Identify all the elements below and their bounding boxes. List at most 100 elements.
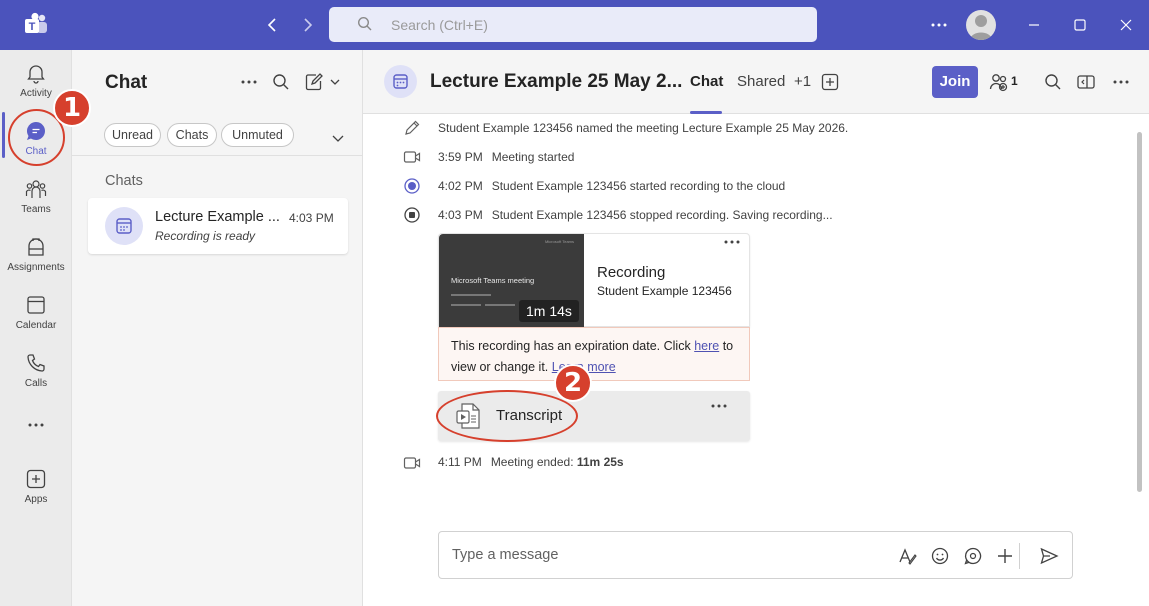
event-time: 4:11 PM <box>438 455 482 469</box>
thumbnail-brand: Microsoft Teams <box>544 239 574 244</box>
teams-logo-icon: T <box>22 11 50 39</box>
teams-icon <box>25 178 47 200</box>
chat-list-pane: Chat Unread Chats Unmuted Chats Lecture … <box>72 50 363 606</box>
annotation-ring-transcript <box>436 390 578 442</box>
section-heading-chats: Chats <box>105 173 143 189</box>
notice-here-link[interactable]: here <box>694 339 719 353</box>
thumbnail-line <box>451 304 481 306</box>
event-text: Student Example 123456 started recording… <box>491 179 786 193</box>
send-icon[interactable] <box>1039 546 1059 566</box>
recording-more-icon[interactable] <box>724 240 740 244</box>
more-options-icon[interactable] <box>927 13 951 37</box>
forward-arrow-icon[interactable] <box>296 14 318 36</box>
rail-item-teams[interactable]: Teams <box>0 172 72 226</box>
video-icon <box>403 454 421 472</box>
conversation-title: Lecture Example 25 May 2... <box>430 71 683 92</box>
thumbnail-line <box>485 304 515 306</box>
conversation-header: Lecture Example 25 May 2... Chat Shared … <box>363 50 1149 114</box>
event-time: 3:59 PM <box>438 150 483 164</box>
search-box[interactable] <box>329 7 817 42</box>
rail-label: Apps <box>24 494 48 505</box>
recording-thumbnail[interactable]: Microsoft Teams Microsoft Teams meeting … <box>439 234 584 327</box>
search-icon[interactable] <box>271 72 291 92</box>
add-tab-icon[interactable] <box>820 72 840 92</box>
format-icon[interactable] <box>897 546 917 566</box>
more-options-icon[interactable] <box>239 72 259 92</box>
search-icon <box>357 16 373 32</box>
emoji-icon[interactable] <box>930 546 950 566</box>
rail-label: Assignments <box>7 262 65 273</box>
svg-text:T: T <box>29 21 36 33</box>
tab-chat[interactable]: Chat <box>690 73 723 90</box>
notice-text: This recording has an expiration date. C… <box>451 339 695 353</box>
close-icon[interactable] <box>1114 13 1138 37</box>
divider <box>72 155 362 156</box>
event-time: 4:02 PM <box>438 179 483 193</box>
filter-unmuted[interactable]: Unmuted <box>221 123 294 147</box>
back-arrow-icon[interactable] <box>262 14 284 36</box>
plus-icon <box>25 468 47 490</box>
maximize-icon[interactable] <box>1068 13 1092 37</box>
transcript-more-icon[interactable] <box>711 404 727 408</box>
rail-item-calls[interactable]: Calls <box>0 346 72 400</box>
message-composer <box>438 531 1073 579</box>
plus-icon[interactable] <box>995 546 1015 566</box>
event-message: Student Example 123456 named the meeting… <box>438 121 849 135</box>
bell-icon <box>25 62 47 84</box>
rail-item-apps[interactable]: Apps <box>0 462 72 516</box>
minimize-icon[interactable] <box>1022 13 1046 37</box>
popout-icon[interactable] <box>1076 72 1096 92</box>
rail-label: Teams <box>21 204 51 215</box>
recording-title: Recording <box>597 264 666 281</box>
new-chat-button[interactable] <box>304 72 344 92</box>
event-message: 4:03 PM Student Example 123456 stopped re… <box>438 208 833 222</box>
meeting-avatar <box>384 65 417 98</box>
phone-icon <box>25 352 47 374</box>
filter-unread[interactable]: Unread <box>104 123 161 147</box>
thumbnail-line <box>451 294 491 296</box>
chat-list-item[interactable]: Lecture Example ... 4:03 PM Recording is… <box>88 198 348 254</box>
calendar-icon <box>25 294 47 316</box>
participant-count: 1 <box>1011 74 1018 88</box>
event-text: Student Example 123456 stopped recording… <box>491 208 833 222</box>
loop-icon[interactable] <box>963 546 983 566</box>
active-tab-indicator <box>690 111 722 114</box>
search-input[interactable] <box>391 14 791 36</box>
join-button[interactable]: Join <box>932 66 978 98</box>
event-message: 4:02 PM Student Example 123456 started re… <box>438 179 785 193</box>
filter-chats[interactable]: Chats <box>167 123 217 147</box>
more-apps-icon <box>25 422 47 444</box>
expiration-notice: This recording has an expiration date. C… <box>438 327 750 381</box>
composer-divider <box>1019 543 1020 569</box>
chat-preview: Recording is ready <box>155 229 256 243</box>
rail-item-calendar[interactable]: Calendar <box>0 288 72 342</box>
chat-time: 4:03 PM <box>289 211 334 225</box>
chevron-down-icon[interactable] <box>328 128 348 148</box>
rail-label: Calendar <box>15 320 57 331</box>
tab-shared[interactable]: Shared <box>737 73 785 90</box>
rail-more-button[interactable] <box>0 414 72 442</box>
meeting-duration: 11m 25s <box>576 455 624 469</box>
recording-preview[interactable]: Microsoft Teams Microsoft Teams meeting … <box>438 233 750 327</box>
scrollbar[interactable] <box>1137 132 1142 492</box>
chat-name: Lecture Example ... <box>155 209 280 225</box>
tab-more[interactable]: +1 <box>794 73 811 90</box>
pencil-icon <box>403 119 421 137</box>
event-message: 4:11 PM Meeting ended: 11m 25s <box>438 455 624 469</box>
rail-item-assignments[interactable]: Assignments <box>0 230 72 284</box>
more-options-icon[interactable] <box>1111 72 1131 92</box>
user-avatar[interactable] <box>966 10 996 40</box>
rail-label: Calls <box>24 378 48 389</box>
meeting-avatar <box>105 207 143 245</box>
conversation-pane: Lecture Example 25 May 2... Chat Shared … <box>363 50 1149 606</box>
chat-list-title: Chat <box>105 72 148 93</box>
search-icon[interactable] <box>1043 72 1063 92</box>
recording-owner: Student Example 123456 <box>597 284 732 298</box>
event-time: 4:03 PM <box>438 208 483 222</box>
title-bar: T <box>0 0 1149 50</box>
record-stop-icon <box>403 206 421 224</box>
recording-duration: 1m 14s <box>519 300 579 322</box>
thumbnail-title: Microsoft Teams meeting <box>451 276 535 285</box>
event-text: Meeting started <box>491 150 575 164</box>
message-input[interactable] <box>452 544 852 566</box>
